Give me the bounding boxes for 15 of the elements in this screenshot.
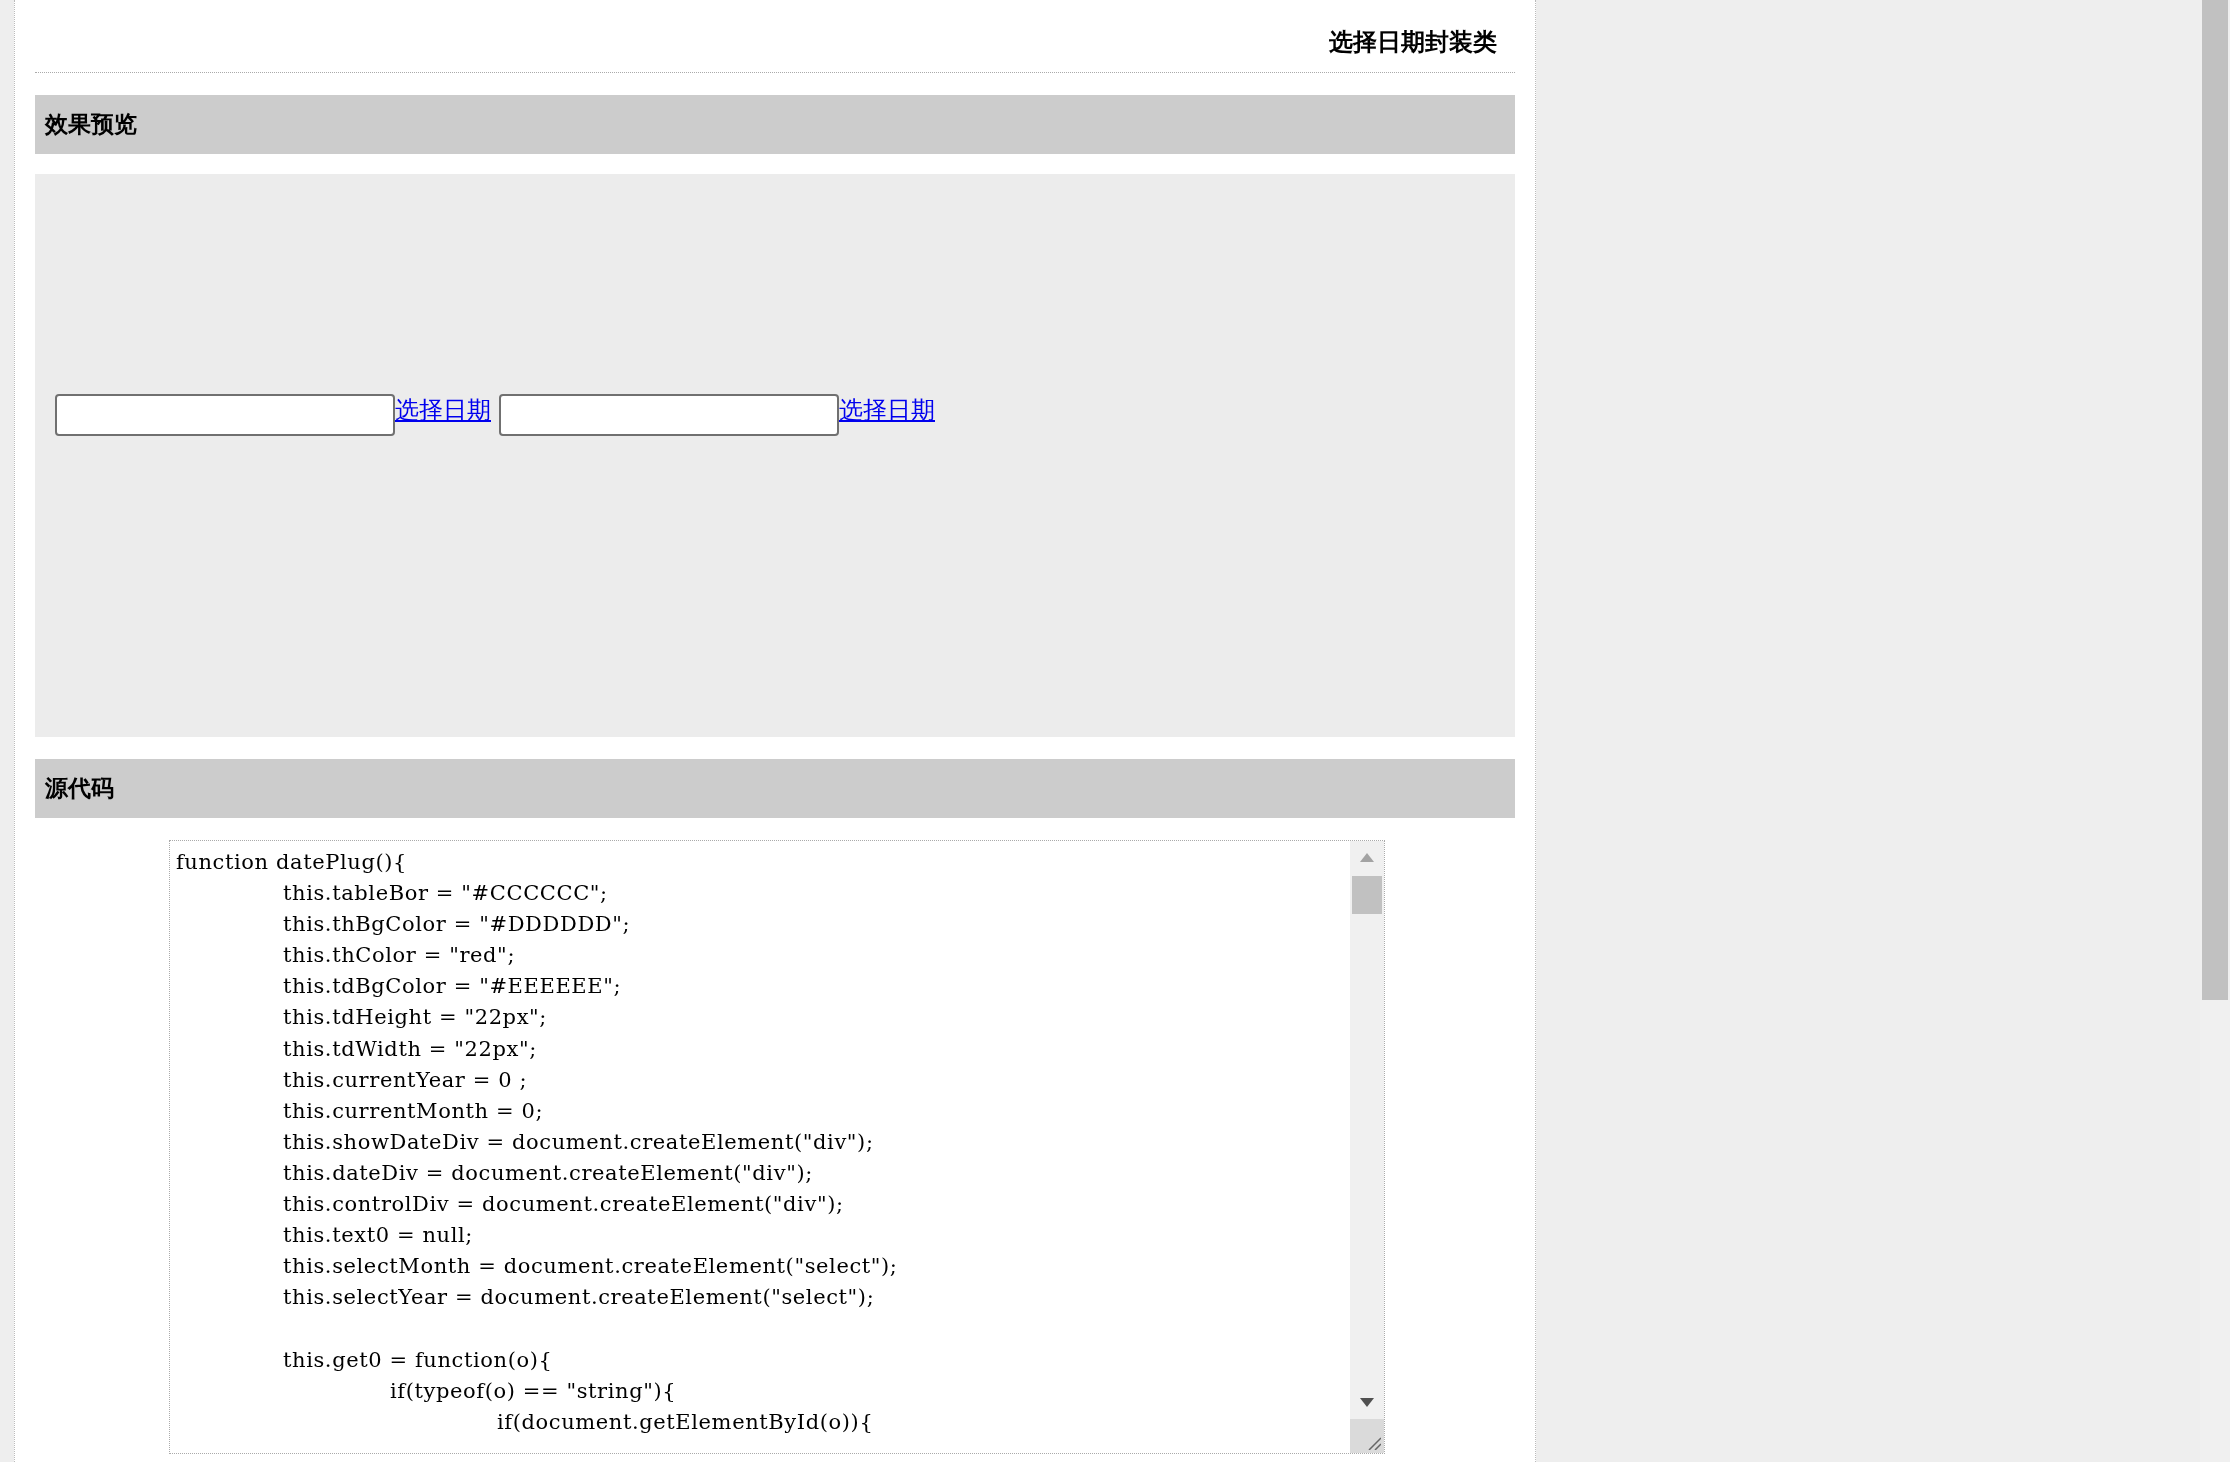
section-header: 源代码 (35, 759, 1515, 818)
code-textarea[interactable] (169, 840, 1385, 1454)
scroll-down-icon[interactable] (1360, 1398, 1374, 1407)
scroll-thumb[interactable] (1352, 876, 1382, 914)
page-title: 选择日期封装类 (1329, 27, 1497, 58)
source-code: function datePlug(){ this.tableBor = "#CCCCCC"; this.thBgColor = "#DDDDDD"; this.thColor = "red"; this.tdBgColor = "#EEEEEE"; this.tdHeight = "22px"; this.tdWidth = "22px"; this.currentYear = 0 ; this.currentMonth = 0; this.showDateDiv = document.createElement("div"); this.dateDiv = document.createElement("div"); this.controlDiv = document.createElement("div"); this.text0 = null; this.selectMonth = document.createElement("select"); this.selectYear = document.createElement("select"); this.get0 = function(o){ if(typeof(o) == "string"){ if(document.getElementById(o)){ (175, 849, 899, 1436)
scrollbar[interactable] (1350, 841, 1384, 1453)
section-header: 效果预览 (35, 95, 1515, 154)
scroll-up-icon[interactable] (1360, 853, 1374, 862)
scroll-thumb[interactable] (2202, 0, 2228, 1000)
date-input-field[interactable] (55, 394, 395, 436)
resize-grip-icon[interactable] (1367, 1436, 1381, 1450)
select-date-link[interactable]: 选择日期 (395, 394, 491, 426)
date-input-field[interactable] (499, 394, 839, 436)
select-date-link[interactable]: 选择日期 (839, 394, 935, 426)
